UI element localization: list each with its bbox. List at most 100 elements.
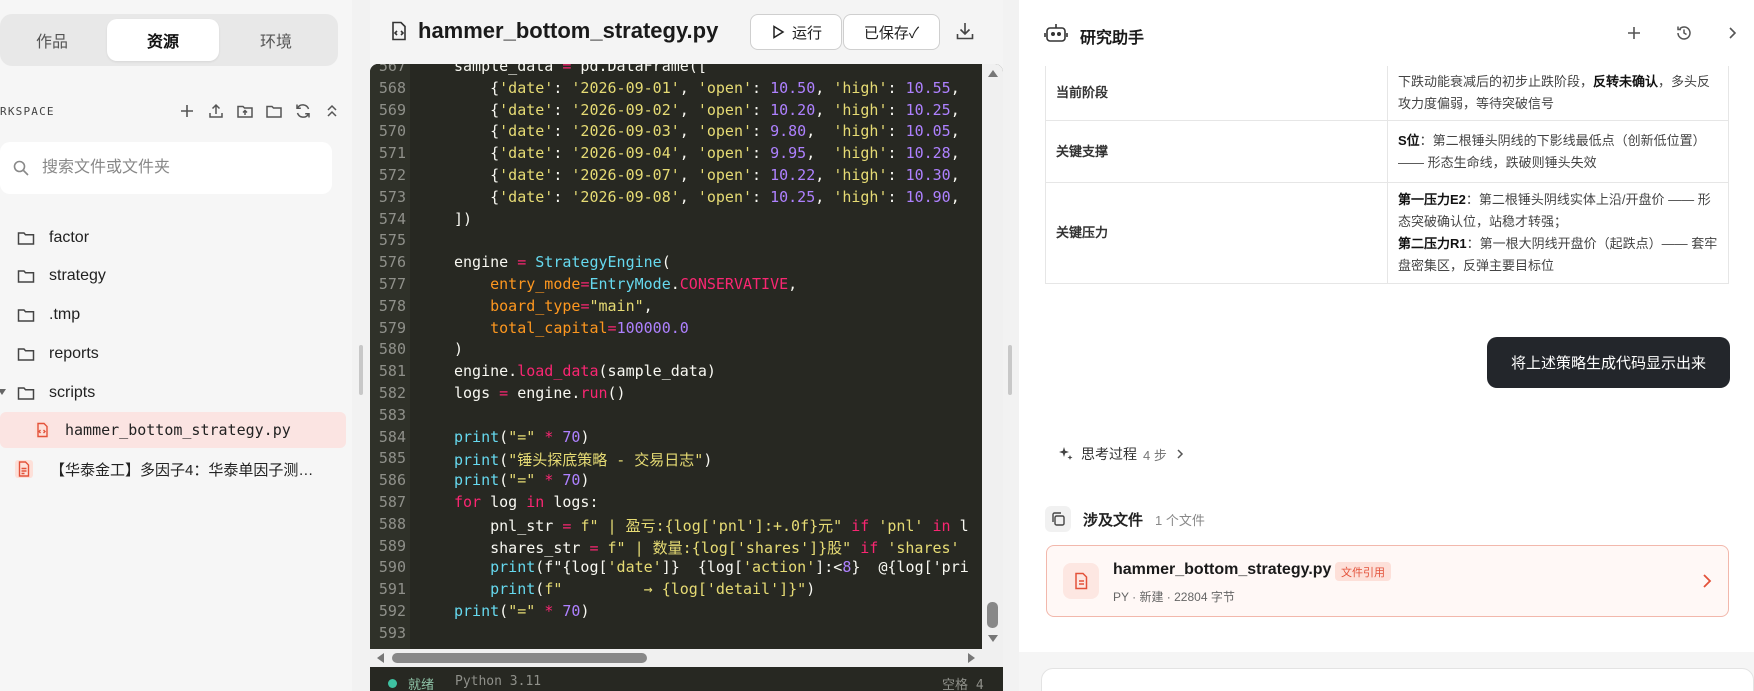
thinking-process-toggle[interactable]: 思考过程 4 步 bbox=[1057, 444, 1187, 464]
code-text: {'date': '2026-09-02', 'open': 10.20, 'h… bbox=[454, 100, 960, 119]
file-icon-box bbox=[1063, 563, 1099, 599]
new-folder-icon[interactable] bbox=[265, 102, 283, 120]
status-language: Python 3.11 bbox=[455, 674, 542, 689]
code-line: 591 print(f" → {log['detail']}") bbox=[370, 580, 983, 602]
thinking-steps: 4 步 bbox=[1143, 447, 1167, 463]
line-number: 576 bbox=[378, 253, 406, 272]
upload-folder-icon[interactable] bbox=[236, 102, 254, 120]
tab-resources[interactable]: 资源 bbox=[107, 19, 219, 61]
tree-file-huatai-report[interactable]: 【华泰金工】多因子4：华泰单因子测… bbox=[0, 451, 346, 487]
vertical-scroll-thumb[interactable] bbox=[987, 602, 998, 628]
code-text: for log in logs: bbox=[454, 492, 599, 511]
thinking-label: 思考过程 bbox=[1081, 446, 1137, 462]
code-text: engine = StrategyEngine( bbox=[454, 253, 671, 272]
run-label: 运行 bbox=[791, 24, 822, 42]
tree-item-label: strategy bbox=[49, 267, 106, 284]
line-number: 589 bbox=[378, 536, 406, 555]
code-text: total_capital=100000.0 bbox=[490, 318, 689, 337]
horizontal-scroll-thumb[interactable] bbox=[392, 653, 647, 663]
tree-file-hammer-bottom-strategy[interactable]: hammer_bottom_strategy.py bbox=[0, 412, 346, 448]
tab-works[interactable]: 作品 bbox=[0, 19, 108, 61]
table-row: 关键支撑 S位：第二根锤头阴线的下影线最低点（创新低位置）—— 形态生命线，跌破… bbox=[1045, 120, 1729, 183]
download-icon[interactable] bbox=[954, 20, 976, 42]
new-file-icon[interactable] bbox=[178, 102, 196, 120]
code-text: shares_str = f" | 数量:{log['shares']}股" i… bbox=[454, 538, 960, 557]
upload-icon[interactable] bbox=[207, 102, 225, 120]
message-input[interactable] bbox=[1041, 668, 1754, 691]
code-line: 593 bbox=[370, 624, 983, 646]
code-text: print(f" → {log['detail']}") bbox=[490, 580, 816, 599]
code-area[interactable]: 567 sample_data = pd.DataFrame([568 {'dat… bbox=[370, 64, 1003, 649]
search-box[interactable] bbox=[0, 142, 332, 194]
tree-folder-factor[interactable]: factor bbox=[0, 220, 346, 256]
line-number: 572 bbox=[378, 165, 406, 184]
folder-icon bbox=[17, 348, 35, 361]
chevron-right-icon[interactable] bbox=[1723, 24, 1741, 42]
folder-icon bbox=[17, 387, 35, 400]
workspace-label: RKSPACE bbox=[0, 105, 55, 118]
panel-resize-handle[interactable] bbox=[359, 345, 363, 395]
sparkle-icon bbox=[1059, 447, 1073, 460]
python-file-icon bbox=[34, 422, 50, 438]
editor-status-bar: 就绪 Python 3.11 空格 4 bbox=[370, 667, 1003, 691]
code-file-icon bbox=[392, 21, 406, 41]
scroll-up-icon[interactable] bbox=[988, 70, 998, 77]
line-number: 571 bbox=[378, 144, 406, 163]
line-number: 573 bbox=[378, 187, 406, 206]
line-number: 575 bbox=[378, 231, 406, 250]
document-icon bbox=[1075, 572, 1088, 590]
line-number: 567 bbox=[378, 64, 406, 75]
tab-environment[interactable]: 环境 bbox=[220, 19, 332, 61]
file-reference-card[interactable]: hammer_bottom_strategy.py 文件引用 PY · 新建 ·… bbox=[1046, 545, 1729, 617]
tree-folder-reports[interactable]: reports bbox=[0, 336, 346, 372]
search-icon bbox=[13, 160, 29, 176]
table-key: 关键支撑 bbox=[1045, 120, 1388, 183]
code-text: logs = engine.run() bbox=[454, 383, 626, 402]
new-chat-icon[interactable] bbox=[1625, 24, 1643, 42]
save-button[interactable]: 已保存✓ bbox=[843, 14, 940, 50]
scroll-right-icon[interactable] bbox=[968, 653, 975, 663]
history-icon[interactable] bbox=[1675, 24, 1693, 42]
code-text: board_type="main", bbox=[490, 296, 653, 315]
scroll-down-icon[interactable] bbox=[988, 635, 998, 642]
line-number: 591 bbox=[378, 580, 406, 599]
code-text: print("=" * 70) bbox=[454, 427, 590, 446]
scroll-left-icon[interactable] bbox=[377, 653, 384, 663]
search-input[interactable] bbox=[42, 156, 312, 180]
line-number: 585 bbox=[378, 449, 406, 468]
code-text: entry_mode=EntryMode.CONSERVATIVE, bbox=[490, 274, 798, 293]
code-line: 579 total_capital=100000.0 bbox=[370, 319, 983, 341]
run-button[interactable]: 运行 bbox=[750, 14, 842, 50]
code-text: engine.load_data(sample_data) bbox=[454, 362, 716, 381]
code-line: 572 {'date': '2026-09-07', 'open': 10.22… bbox=[370, 166, 983, 188]
code-line: 570 {'date': '2026-09-03', 'open': 9.80,… bbox=[370, 122, 983, 144]
code-line: 586 print("=" * 70) bbox=[370, 471, 983, 493]
tree-item-label: 【华泰金工】多因子4：华泰单因子测… bbox=[50, 461, 314, 479]
code-text: {'date': '2026-09-04', 'open': 9.95, 'hi… bbox=[454, 144, 960, 163]
code-line: 580) bbox=[370, 340, 983, 362]
collapse-all-icon[interactable] bbox=[323, 102, 341, 120]
line-number: 582 bbox=[378, 383, 406, 402]
code-line: 573 {'date': '2026-09-08', 'open': 10.25… bbox=[370, 188, 983, 210]
horizontal-scrollbar[interactable] bbox=[370, 649, 1003, 667]
research-assistant-panel: 研究助手 当前阶段 下跌动能衰减后的初步止跌阶段，反转未确认，多头反攻力度偏弱，… bbox=[1019, 0, 1754, 691]
refresh-icon[interactable] bbox=[294, 102, 312, 120]
table-value: 第一压力E2：第二根锤头阴线实体上沿/开盘价 —— 形态突破确认位，站稳才转强；… bbox=[1387, 182, 1729, 284]
panel-resize-handle[interactable] bbox=[1008, 345, 1012, 395]
line-number: 592 bbox=[378, 601, 406, 620]
vertical-scrollbar[interactable] bbox=[982, 64, 1003, 649]
code-line: 571 {'date': '2026-09-04', 'open': 9.95,… bbox=[370, 144, 983, 166]
folder-icon bbox=[17, 309, 35, 322]
tree-folder-tmp[interactable]: .tmp bbox=[0, 297, 346, 333]
tree-folder-scripts[interactable]: scripts bbox=[0, 375, 346, 411]
code-text: sample_data = pd.DataFrame([ bbox=[454, 64, 707, 75]
chevron-down-icon[interactable] bbox=[0, 389, 6, 395]
tree-item-label: scripts bbox=[49, 384, 96, 401]
code-text: print(f"{log['date']} {log['action']:<8}… bbox=[490, 558, 969, 577]
tree-item-label: hammer_bottom_strategy.py bbox=[65, 421, 291, 439]
code-line: 578 board_type="main", bbox=[370, 297, 983, 319]
line-number: 574 bbox=[378, 209, 406, 228]
tree-folder-strategy[interactable]: strategy bbox=[0, 258, 346, 294]
folder-icon bbox=[17, 270, 35, 283]
robot-icon bbox=[1044, 24, 1068, 42]
